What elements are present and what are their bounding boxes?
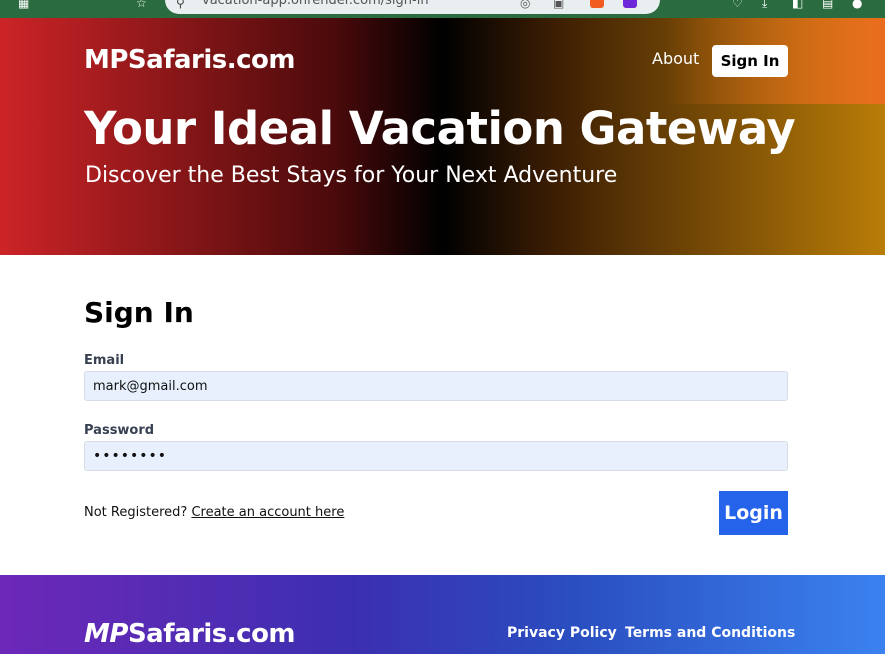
sidebar-icon[interactable]: ▤	[822, 0, 833, 10]
nav-about-link[interactable]: About	[652, 49, 699, 68]
address-bar-url[interactable]: vacation-app.onrender.com/sign-in	[202, 0, 429, 8]
register-prompt-text: Not Registered?	[84, 505, 188, 520]
footer-brand-italic: MP	[84, 619, 128, 649]
star-icon[interactable]: ☆	[136, 0, 147, 10]
footer-brand-logo[interactable]: MPSafaris.com	[84, 619, 296, 649]
profile-icon[interactable]: ●	[852, 0, 862, 10]
brand-logo[interactable]: MPSafaris.com	[84, 45, 296, 75]
panel-icon[interactable]: ◧	[792, 0, 803, 10]
reader-icon[interactable]: ◎	[520, 0, 530, 10]
terms-link[interactable]: Terms and Conditions	[625, 625, 795, 641]
register-prompt: Not Registered? Create an account here	[84, 505, 344, 520]
browser-toolbar: ▦ ☆ ⚲ vacation-app.onrender.com/sign-in …	[0, 0, 885, 18]
screenshot-icon[interactable]: ▣	[553, 0, 564, 10]
login-button[interactable]: Login	[719, 491, 788, 535]
site-info-icon[interactable]: ⚲	[176, 0, 185, 10]
email-field[interactable]	[84, 371, 788, 401]
extension-icon[interactable]	[623, 0, 637, 8]
hero-header: MPSafaris.com About Sign In Your Ideal V…	[0, 18, 885, 255]
hero-title: Your Ideal Vacation Gateway	[84, 102, 796, 155]
password-mask: ••••••••	[93, 448, 168, 464]
password-field[interactable]: ••••••••	[84, 441, 788, 471]
hero-subtitle: Discover the Best Stays for Your Next Ad…	[85, 163, 618, 188]
password-label: Password	[84, 423, 155, 438]
form-title: Sign In	[84, 296, 194, 329]
footer-brand-rest: Safaris.com	[127, 619, 296, 649]
footer: MPSafaris.com Privacy Policy Terms and C…	[0, 575, 885, 654]
nav-signin-button[interactable]: Sign In	[712, 45, 788, 77]
brave-shield-icon[interactable]	[590, 0, 604, 8]
email-label: Email	[84, 353, 125, 368]
heart-icon[interactable]: ♡	[732, 0, 743, 10]
download-icon[interactable]: ⤓	[762, 0, 767, 11]
privacy-policy-link[interactable]: Privacy Policy	[507, 625, 617, 641]
create-account-link[interactable]: Create an account here	[191, 505, 344, 520]
grid-icon[interactable]: ▦	[18, 0, 29, 10]
